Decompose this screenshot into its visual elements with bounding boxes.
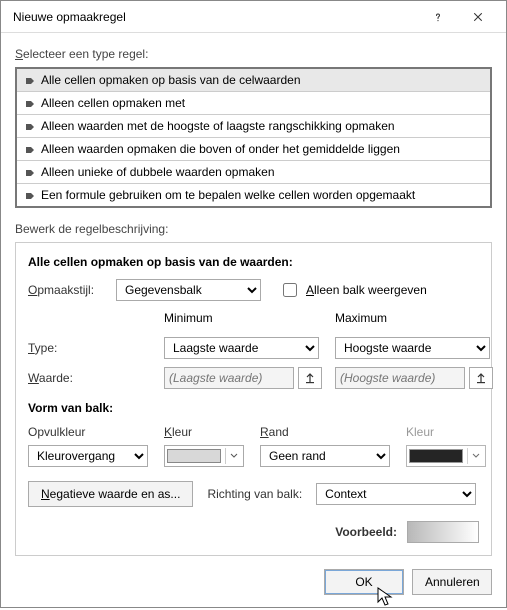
rule-type-text: Een formule gebruiken om te bepalen welk… <box>41 188 415 202</box>
arrow-right-icon <box>25 121 35 131</box>
type-label: Type: <box>28 341 158 355</box>
fill-label: Opvulkleur <box>28 425 158 439</box>
fill-type-select[interactable]: Kleurovergang <box>28 445 148 467</box>
bar-direction-select[interactable]: Context <box>316 483 476 505</box>
preview-swatch <box>407 521 479 543</box>
value-label: Waarde: <box>28 371 158 385</box>
arrow-right-icon <box>25 75 35 85</box>
rule-type-item[interactable]: Een formule gebruiken om te bepalen welk… <box>17 184 490 206</box>
rule-type-item[interactable]: Alleen unieke of dubbele waarden opmaken <box>17 161 490 184</box>
chevron-down-icon <box>225 448 241 464</box>
border-label: Rand <box>260 425 400 439</box>
arrow-right-icon <box>25 167 35 177</box>
rule-type-text: Alleen unieke of dubbele waarden opmaken <box>41 165 275 179</box>
fill-color-swatch <box>167 449 221 463</box>
fill-color-picker[interactable] <box>164 445 244 467</box>
min-value-input <box>164 367 294 389</box>
show-bar-only-label: Alleen balk weergeven <box>306 283 427 297</box>
select-rule-type-label: Selecteer een type regel: <box>15 47 492 61</box>
dialog-footer: OK Annuleren <box>324 569 492 595</box>
description-title: Alle cellen opmaken op basis van de waar… <box>28 255 479 269</box>
ok-button[interactable]: OK <box>324 569 404 595</box>
min-type-select[interactable]: Laagste waarde <box>164 337 319 359</box>
rule-type-text: Alleen cellen opmaken met <box>41 96 185 110</box>
edit-description-label: Bewerk de regelbeschrijving: <box>15 222 492 236</box>
negative-value-axis-button[interactable]: Negatieve waarde en as... <box>28 481 193 507</box>
content: Selecteer een type regel: Alle cellen op… <box>1 33 506 564</box>
maximum-header: Maximum <box>335 311 500 325</box>
rule-type-list[interactable]: Alle cellen opmaken op basis van de celw… <box>15 67 492 208</box>
rule-type-item[interactable]: Alleen waarden opmaken die boven of onde… <box>17 138 490 161</box>
min-range-picker-button[interactable] <box>298 367 322 389</box>
help-button[interactable] <box>418 3 458 31</box>
minimum-header: Minimum <box>164 311 329 325</box>
border-color-label: Kleur <box>406 425 496 439</box>
show-bar-only-checkbox[interactable] <box>283 283 297 297</box>
rule-type-text: Alle cellen opmaken op basis van de celw… <box>41 73 301 87</box>
arrow-right-icon <box>25 98 35 108</box>
arrow-right-icon <box>25 190 35 200</box>
border-type-select[interactable]: Geen rand <box>260 445 390 467</box>
bar-direction-label: Richting van balk: <box>207 487 302 501</box>
dialog: Nieuwe opmaakregel Selecteer een type re… <box>0 0 507 608</box>
description-panel: Alle cellen opmaken op basis van de waar… <box>15 242 492 556</box>
rule-type-item[interactable]: Alle cellen opmaken op basis van de celw… <box>17 69 490 92</box>
close-button[interactable] <box>458 3 498 31</box>
rule-type-text: Alleen waarden met de hoogste of laagste… <box>41 119 395 133</box>
max-value-input <box>335 367 465 389</box>
max-range-picker-button[interactable] <box>469 367 493 389</box>
bar-appearance-label: Vorm van balk: <box>28 401 479 415</box>
chevron-down-icon <box>467 448 483 464</box>
border-color-picker[interactable] <box>406 445 486 467</box>
titlebar: Nieuwe opmaakregel <box>1 1 506 33</box>
preview-label: Voorbeeld: <box>335 525 397 539</box>
format-style-label: Opmaakstijl: <box>28 283 108 297</box>
fill-color-label: Kleur <box>164 425 254 439</box>
max-type-select[interactable]: Hoogste waarde <box>335 337 490 359</box>
border-color-swatch <box>409 449 463 463</box>
cancel-button[interactable]: Annuleren <box>412 569 492 595</box>
show-bar-only-wrapper[interactable]: Alleen balk weergeven <box>279 280 427 300</box>
arrow-right-icon <box>25 144 35 154</box>
rule-type-item[interactable]: Alleen waarden met de hoogste of laagste… <box>17 115 490 138</box>
rule-type-item[interactable]: Alleen cellen opmaken met <box>17 92 490 115</box>
dialog-title: Nieuwe opmaakregel <box>13 10 418 24</box>
format-style-select[interactable]: Gegevensbalk <box>116 279 261 301</box>
rule-type-text: Alleen waarden opmaken die boven of onde… <box>41 142 400 156</box>
